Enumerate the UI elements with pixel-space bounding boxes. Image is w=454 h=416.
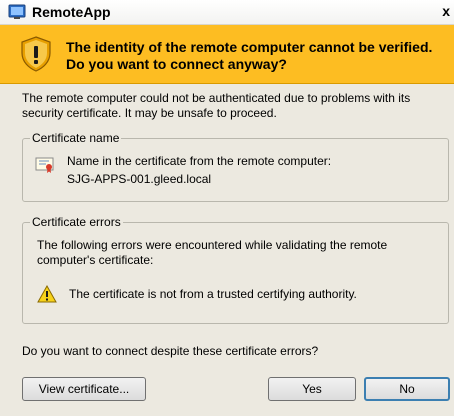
remoteapp-icon: [8, 4, 26, 19]
certificate-errors-legend: Certificate errors: [30, 215, 123, 229]
certificate-name-group: Certificate name Name in the certificate…: [22, 131, 449, 202]
no-button[interactable]: No: [364, 377, 450, 401]
certificate-name-label: Name in the certificate from the remote …: [67, 154, 332, 168]
banner-message: The identity of the remote computer cann…: [66, 39, 433, 72]
warning-icon: [37, 285, 57, 303]
certificate-icon: [35, 157, 54, 173]
intro-text: The remote computer could not be authent…: [22, 91, 411, 120]
window-title: RemoteApp: [32, 4, 111, 20]
certificate-name-legend: Certificate name: [30, 131, 122, 145]
shield-warning-icon: [21, 36, 51, 72]
remoteapp-dialog: RemoteApp x The identity of the remote c…: [0, 0, 454, 416]
certificate-errors-group: Certificate errors The following errors …: [22, 215, 449, 324]
warning-banner: The identity of the remote computer cann…: [0, 25, 454, 84]
certificate-errors-intro: The following errors were encountered wh…: [37, 238, 388, 267]
yes-button[interactable]: Yes: [268, 377, 356, 401]
close-icon[interactable]: x: [442, 3, 450, 19]
view-certificate-button[interactable]: View certificate...: [22, 377, 146, 401]
title-bar: RemoteApp x: [0, 0, 454, 25]
connect-question: Do you want to connect despite these cer…: [22, 344, 319, 358]
certificate-error-item: The certificate is not from a trusted ce…: [69, 287, 357, 301]
certificate-name-value: SJG-APPS-001.gleed.local: [67, 172, 212, 186]
